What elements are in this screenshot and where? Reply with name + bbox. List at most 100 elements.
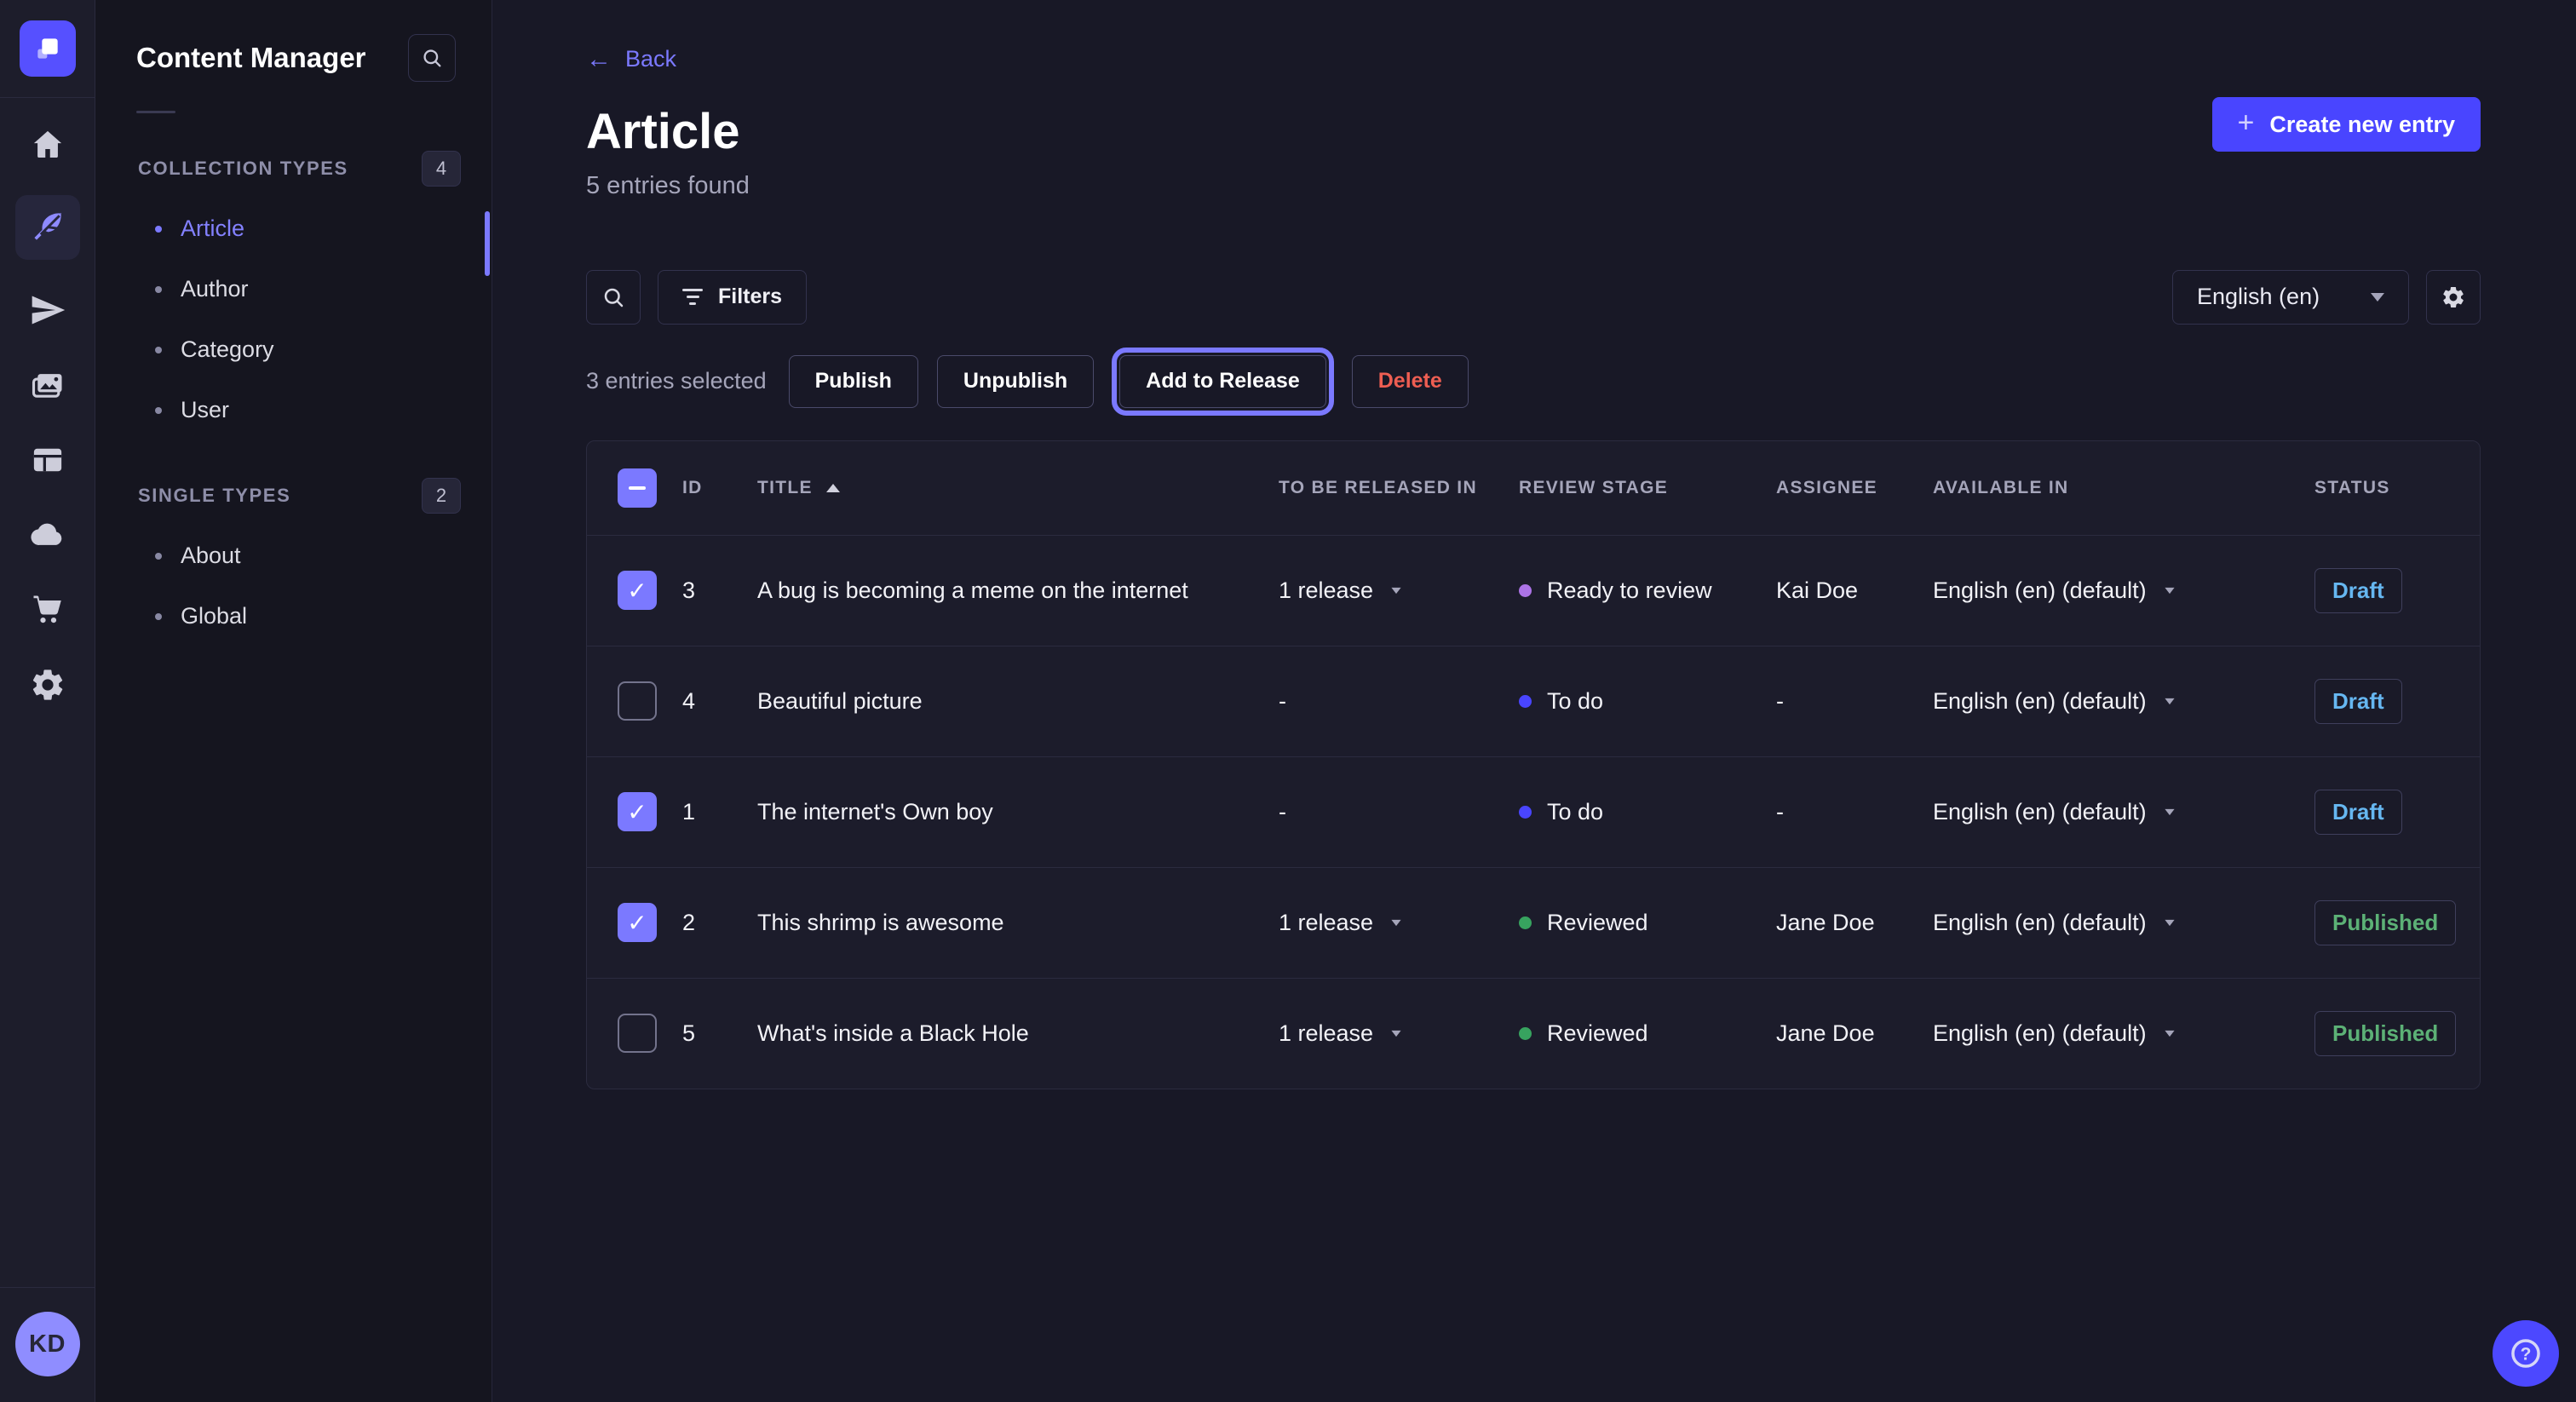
cell-title: This shrimp is awesome <box>757 910 1279 936</box>
sidebar-item-author[interactable]: Author <box>95 259 492 319</box>
column-header-title[interactable]: TITLE <box>757 478 1279 498</box>
search-button[interactable] <box>586 270 641 325</box>
table-row[interactable]: 3 A bug is becoming a meme on the intern… <box>587 535 2480 646</box>
cell-status: Published <box>2314 1011 2480 1056</box>
view-settings-button[interactable] <box>2426 270 2481 325</box>
page-title: Article <box>586 106 2481 158</box>
cell-locale-dropdown[interactable]: English (en) (default) <box>1933 910 2314 936</box>
scrollbar-thumb[interactable] <box>485 211 490 276</box>
cell-release-dropdown[interactable]: - <box>1279 688 1519 715</box>
chevron-down-icon <box>2165 920 2174 926</box>
sidebar-item-label: User <box>181 397 229 423</box>
cell-locale-dropdown[interactable]: English (en) (default) <box>1933 799 2314 825</box>
sidebar-item-global[interactable]: Global <box>95 586 492 646</box>
cell-release-dropdown[interactable]: 1 release <box>1279 1020 1519 1047</box>
locale-selected-value: English (en) <box>2197 284 2320 310</box>
cell-review-stage: To do <box>1519 799 1776 825</box>
sidebar-item-user[interactable]: User <box>95 380 492 440</box>
divider <box>136 111 175 113</box>
row-checkbox[interactable] <box>618 1014 657 1053</box>
avatar[interactable]: KD <box>15 1312 80 1376</box>
chevron-down-icon <box>1391 1031 1400 1037</box>
add-to-release-button[interactable]: Add to Release <box>1119 355 1326 408</box>
bullet-icon <box>155 286 162 293</box>
status-badge: Draft <box>2314 790 2402 835</box>
cell-id: 5 <box>682 1020 757 1047</box>
column-header-id[interactable]: ID <box>682 478 757 498</box>
cell-status: Draft <box>2314 679 2480 724</box>
cloud-icon[interactable] <box>15 510 80 560</box>
cell-assignee: Jane Doe <box>1776 1020 1933 1047</box>
cell-title: What's inside a Black Hole <box>757 1020 1279 1047</box>
sidebar-item-about[interactable]: About <box>95 526 492 586</box>
row-checkbox[interactable] <box>618 903 657 942</box>
table-row[interactable]: 4 Beautiful picture - To do - English (e… <box>587 646 2480 756</box>
review-stage-dot <box>1519 916 1532 929</box>
cell-status: Published <box>2314 900 2480 945</box>
cell-title: Beautiful picture <box>757 688 1279 715</box>
subnav-title: Content Manager <box>136 42 366 74</box>
column-header-assignee[interactable]: ASSIGNEE <box>1776 478 1933 498</box>
selected-count-text: 3 entries selected <box>586 368 767 394</box>
subnav-search-button[interactable] <box>408 34 456 82</box>
help-button[interactable] <box>2493 1320 2559 1387</box>
settings-gear-icon[interactable] <box>15 660 80 710</box>
strapi-logo[interactable] <box>20 20 76 77</box>
filters-label: Filters <box>718 284 782 309</box>
cell-release-dropdown[interactable]: 1 release <box>1279 910 1519 936</box>
content-type-builder-icon[interactable] <box>15 435 80 485</box>
status-badge: Draft <box>2314 679 2402 724</box>
cell-release-dropdown[interactable]: - <box>1279 799 1519 825</box>
releases-icon[interactable] <box>15 285 80 335</box>
divider <box>0 97 95 98</box>
column-header-review-stage[interactable]: REVIEW STAGE <box>1519 478 1776 498</box>
cell-locale-dropdown[interactable]: English (en) (default) <box>1933 577 2314 604</box>
chevron-down-icon <box>2165 588 2174 594</box>
cell-review-stage: Reviewed <box>1519 910 1776 936</box>
cell-release-dropdown[interactable]: 1 release <box>1279 577 1519 604</box>
question-mark-icon <box>2508 1336 2544 1371</box>
filters-button[interactable]: Filters <box>658 270 807 325</box>
chevron-down-icon <box>1391 920 1400 926</box>
sidebar-item-category[interactable]: Category <box>95 319 492 380</box>
back-link[interactable]: ← Back <box>586 46 2481 72</box>
row-checkbox[interactable] <box>618 792 657 831</box>
review-stage-dot <box>1519 584 1532 597</box>
delete-button[interactable]: Delete <box>1352 355 1469 408</box>
home-icon[interactable] <box>15 120 80 170</box>
column-header-released-in[interactable]: TO BE RELEASED IN <box>1279 478 1519 498</box>
content-manager-icon[interactable] <box>15 195 80 260</box>
section-label: COLLECTION TYPES <box>138 158 348 180</box>
table-row[interactable]: 1 The internet's Own boy - To do - Engli… <box>587 756 2480 867</box>
row-checkbox[interactable] <box>618 681 657 721</box>
bullet-icon <box>155 347 162 353</box>
chevron-down-icon <box>1391 588 1400 594</box>
column-header-available-in[interactable]: AVAILABLE IN <box>1933 478 2314 498</box>
sidebar-item-article[interactable]: Article <box>95 198 492 259</box>
bullet-icon <box>155 553 162 560</box>
chevron-down-icon <box>2165 809 2174 815</box>
locale-select[interactable]: English (en) <box>2172 270 2409 325</box>
section-label: SINGLE TYPES <box>138 485 290 507</box>
table-row[interactable]: 5 What's inside a Black Hole 1 release R… <box>587 978 2480 1089</box>
table-header-row: ID TITLE TO BE RELEASED IN REVIEW STAGE … <box>587 441 2480 535</box>
cell-locale-dropdown[interactable]: English (en) (default) <box>1933 1020 2314 1047</box>
entries-table: ID TITLE TO BE RELEASED IN REVIEW STAGE … <box>586 440 2481 1089</box>
sidebar-item-label: Article <box>181 215 244 242</box>
media-library-icon[interactable] <box>15 360 80 410</box>
cell-assignee: Kai Doe <box>1776 577 1933 604</box>
unpublish-button[interactable]: Unpublish <box>937 355 1094 408</box>
cell-locale-dropdown[interactable]: English (en) (default) <box>1933 688 2314 715</box>
main-content: ← Back Article 5 entries found + Create … <box>492 0 2576 1402</box>
cell-title: The internet's Own boy <box>757 799 1279 825</box>
marketplace-cart-icon[interactable] <box>15 585 80 635</box>
cell-review-stage: To do <box>1519 688 1776 715</box>
select-all-checkbox[interactable] <box>618 468 657 508</box>
search-icon <box>601 284 626 310</box>
table-row[interactable]: 2 This shrimp is awesome 1 release Revie… <box>587 867 2480 978</box>
column-header-status[interactable]: STATUS <box>2314 478 2480 498</box>
sidebar-item-label: Global <box>181 603 247 629</box>
create-new-entry-button[interactable]: + Create new entry <box>2212 97 2481 152</box>
publish-button[interactable]: Publish <box>789 355 918 408</box>
row-checkbox[interactable] <box>618 571 657 610</box>
